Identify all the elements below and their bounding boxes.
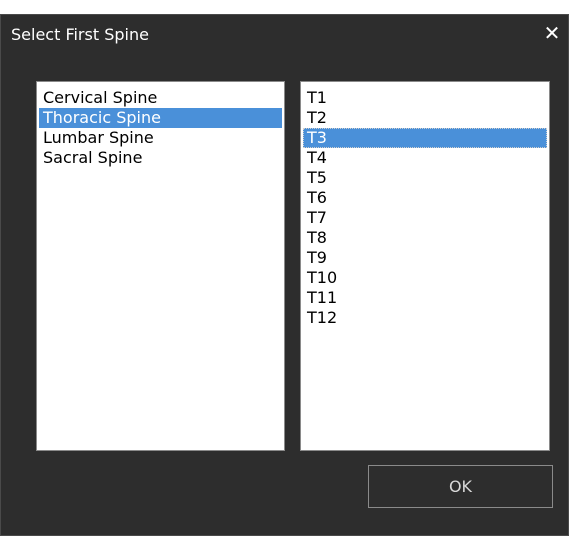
vertebra-item[interactable]: T10: [303, 268, 547, 288]
vertebra-item[interactable]: T12: [303, 308, 547, 328]
spine-region-item[interactable]: Lumbar Spine: [39, 128, 282, 148]
spine-region-item[interactable]: Sacral Spine: [39, 148, 282, 168]
close-icon[interactable]: ✕: [540, 21, 564, 45]
dialog-title: Select First Spine: [11, 25, 149, 44]
vertebra-item[interactable]: T7: [303, 208, 547, 228]
vertebra-item[interactable]: T1: [303, 88, 547, 108]
vertebra-item[interactable]: T9: [303, 248, 547, 268]
ok-button[interactable]: OK: [368, 465, 553, 508]
vertebra-item[interactable]: T3: [303, 128, 547, 148]
title-bar: Select First Spine ✕: [1, 15, 568, 59]
vertebra-item[interactable]: T8: [303, 228, 547, 248]
spine-region-item[interactable]: Cervical Spine: [39, 88, 282, 108]
vertebra-list[interactable]: T1 T2 T3 T4 T5 T6 T7 T8 T9 T10 T11 T12: [300, 81, 550, 451]
spine-region-item[interactable]: Thoracic Spine: [39, 108, 282, 128]
vertebra-item[interactable]: T2: [303, 108, 547, 128]
vertebra-item[interactable]: T4: [303, 148, 547, 168]
dialog-window: Select First Spine ✕ Cervical Spine Thora…: [0, 14, 569, 536]
vertebra-item[interactable]: T11: [303, 288, 547, 308]
vertebra-item[interactable]: T5: [303, 168, 547, 188]
spine-region-list[interactable]: Cervical Spine Thoracic Spine Lumbar Spine…: [36, 81, 285, 451]
vertebra-item[interactable]: T6: [303, 188, 547, 208]
